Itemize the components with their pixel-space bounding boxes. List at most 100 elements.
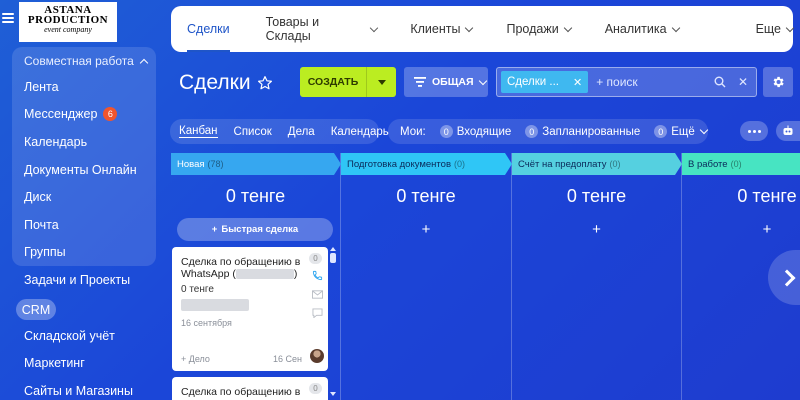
view-tab-list[interactable]: Список: [234, 126, 272, 138]
create-dropdown-arrow[interactable]: [367, 79, 396, 85]
view-tab-activities[interactable]: Дела: [288, 126, 315, 138]
menu-hamburger-icon[interactable]: [2, 13, 14, 25]
chevron-up-icon: [139, 58, 149, 67]
deal-counter-badge: 0: [309, 253, 322, 264]
search-icon[interactable]: [714, 76, 726, 88]
nav-tab-products[interactable]: Товары и Склады: [266, 6, 378, 52]
add-deal-plus[interactable]: +: [512, 221, 681, 238]
sidebar-item-marketing[interactable]: Маркетинг: [24, 356, 85, 370]
column-header[interactable]: Новая (78): [171, 153, 341, 175]
nav-tab-more[interactable]: Еще: [755, 6, 795, 52]
star-icon[interactable]: [257, 75, 273, 91]
page-title-text: Сделки: [179, 71, 251, 94]
messenger-count-badge: 6: [103, 107, 118, 121]
page-title: Сделки: [179, 71, 273, 95]
chevron-down-icon: [478, 76, 487, 85]
chat-icon[interactable]: [312, 308, 323, 318]
deal-card[interactable]: Сделка по обращению в 0: [172, 377, 328, 400]
robots-button[interactable]: [776, 121, 800, 141]
sidebar-item-crm[interactable]: CRM: [16, 299, 56, 320]
counter-badge: 0: [654, 125, 668, 138]
kanban-column-docs: Подготовка документов (0) 0 тенге +: [341, 153, 512, 400]
sidebar-item-sites[interactable]: Сайты и Магазины: [24, 384, 133, 398]
add-deal-plus[interactable]: +: [682, 221, 800, 238]
sidebar-item-warehouse[interactable]: Складской учёт: [24, 329, 115, 343]
deal-short-date: 16 Сен: [273, 354, 302, 364]
column-header[interactable]: Счёт на предоплату (0): [512, 153, 682, 175]
sidebar-item-calendar[interactable]: Календарь: [24, 135, 87, 149]
column-total: 0 тенге: [566, 186, 627, 206]
column-scrollbar[interactable]: [330, 247, 336, 400]
scroll-up-icon[interactable]: [330, 247, 336, 251]
nav-tab-label: Сделки: [187, 22, 230, 36]
sidebar-item-label: Маркетинг: [24, 356, 85, 370]
redacted-contact: [181, 299, 249, 311]
quick-deal-button[interactable]: + Быстрая сделка: [177, 218, 333, 241]
sidebar-item-label: Мессенджер: [24, 107, 98, 121]
column-count: (0): [454, 159, 466, 169]
deal-card[interactable]: Сделка по обращению в WhatsApp () 0 0 те…: [172, 247, 328, 371]
search-clear-icon[interactable]: ✕: [738, 75, 748, 89]
avatar[interactable]: [310, 349, 324, 363]
column-total: 0 тенге: [737, 186, 797, 206]
column-total: 0 тенге: [396, 186, 456, 206]
sidebar-item-disk[interactable]: Диск: [24, 190, 51, 204]
view-switcher: Канбан Список Дела Календарь: [170, 119, 389, 144]
add-activity-link[interactable]: + Дело: [181, 354, 210, 364]
deal-amount: 0 тенге: [181, 284, 214, 295]
nav-tab-label: Продажи: [506, 22, 559, 36]
counter-badge: 0: [525, 125, 539, 138]
view-tab-calendar[interactable]: Календарь: [331, 126, 389, 138]
sidebar-item-mail[interactable]: Почта: [24, 218, 59, 232]
scroll-down-icon[interactable]: [330, 392, 336, 396]
phone-icon[interactable]: [312, 270, 323, 281]
counter-planned[interactable]: 0 Запланированные: [525, 125, 640, 138]
top-navigation: Сделки Товары и Склады Клиенты Продажи А…: [171, 6, 795, 52]
filter-icon: [414, 77, 426, 87]
nav-tab-label: Еще: [755, 22, 781, 36]
nav-tab-analytics[interactable]: Аналитика: [605, 6, 680, 52]
company-logo[interactable]: ASTANA PRODUCTION event company: [19, 2, 117, 42]
column-total: 0 тенге: [225, 186, 286, 206]
robot-icon: [783, 125, 793, 135]
chevron-down-icon: [671, 23, 680, 32]
sidebar-item-groups[interactable]: Группы: [24, 245, 66, 259]
chevron-down-icon: [563, 23, 572, 32]
sidebar-group-label: Совместная работа: [24, 54, 134, 68]
nav-tab-label: Клиенты: [410, 22, 461, 36]
column-header[interactable]: В работе (0): [682, 153, 800, 175]
nav-tab-clients[interactable]: Клиенты: [410, 6, 474, 52]
search-input[interactable]: + поиск: [596, 75, 714, 89]
nav-tab-deals[interactable]: Сделки: [187, 6, 230, 52]
sidebar-group-header[interactable]: Совместная работа: [24, 54, 149, 68]
sidebar-item-label: Календарь: [24, 135, 88, 149]
create-button[interactable]: СОЗДАТЬ: [300, 67, 396, 97]
filter-preset-label: ОБЩАЯ: [432, 76, 474, 88]
sidebar-item-docs[interactable]: Документы Онлайн: [24, 163, 137, 177]
sidebar-item-feed[interactable]: Лента: [24, 80, 59, 94]
scrollbar-thumb[interactable]: [330, 253, 336, 263]
column-header[interactable]: Подготовка документов (0): [341, 153, 512, 175]
sidebar-item-tasks[interactable]: Задачи и Проекты: [24, 273, 130, 287]
add-deal-plus[interactable]: +: [341, 221, 511, 238]
mail-icon[interactable]: [312, 290, 323, 299]
gear-icon: [773, 76, 784, 88]
sidebar-item-label: CRM: [21, 302, 51, 317]
deal-card-title[interactable]: Сделка по обращению в WhatsApp (): [181, 256, 301, 280]
settings-button[interactable]: [763, 67, 793, 97]
chevron-down-icon: [699, 125, 709, 135]
counter-incoming[interactable]: 0 Входящие: [439, 125, 511, 138]
sidebar-item-messenger[interactable]: Мессенджер 6: [24, 107, 118, 121]
nav-tab-sales[interactable]: Продажи: [506, 6, 572, 52]
chevron-right-icon: [778, 269, 796, 286]
search-chip-label: Сделки ...: [507, 76, 559, 88]
more-options-button[interactable]: [740, 121, 768, 141]
column-title: Счёт на предоплату: [518, 158, 607, 170]
search-filter-chip[interactable]: Сделки ... ✕: [501, 71, 589, 93]
view-tab-kanban[interactable]: Канбан: [179, 125, 218, 138]
filter-preset-button[interactable]: ОБЩАЯ: [404, 67, 488, 97]
chip-close-icon[interactable]: ✕: [573, 76, 582, 89]
counter-more[interactable]: 0 Ещё: [654, 125, 709, 138]
deal-card-title[interactable]: Сделка по обращению в: [181, 386, 311, 398]
search-field[interactable]: Сделки ... ✕ + поиск ✕: [496, 67, 757, 97]
